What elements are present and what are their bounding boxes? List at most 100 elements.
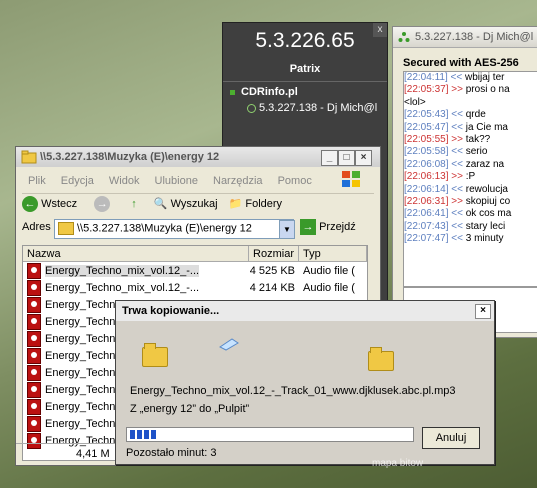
back-button[interactable]: Wstecz (41, 198, 77, 210)
chat-text: ok cos ma (465, 208, 512, 220)
folder-icon (58, 222, 74, 235)
address-label: Adres (22, 221, 51, 233)
audio-file-icon (27, 280, 41, 297)
file-type: Audio file ( (303, 282, 355, 294)
chat-direction: << (451, 158, 463, 170)
progress-block (144, 430, 149, 439)
up-folder-icon[interactable]: ↑ (131, 198, 137, 210)
peer-item[interactable]: 5.3.227.138 - Dj Mich@l (259, 102, 397, 114)
chat-text: zaraz na (465, 158, 505, 170)
audio-file-icon (27, 382, 41, 399)
explorer-titlebar[interactable]: \\5.3.227.138\Muzyka (E)\energy 12 _ □ × (16, 147, 380, 167)
chat-direction: << (451, 233, 463, 245)
go-arrow-icon: → (300, 219, 316, 235)
hamachi-icon (398, 32, 410, 42)
menu-view[interactable]: Widok (109, 175, 140, 187)
go-button[interactable]: → Przejdź (300, 219, 370, 237)
column-header-type[interactable]: Typ (299, 246, 367, 262)
chat-message: [22:07:47] << 3 minuty (404, 233, 537, 245)
peer-online-icon (247, 104, 256, 113)
divider (22, 193, 374, 194)
audio-file-icon (27, 365, 41, 382)
address-dropdown-button[interactable]: ▼ (279, 220, 295, 239)
audio-file-icon (27, 348, 41, 365)
status-size: 4,41 M (76, 448, 110, 460)
copy-route: Z „energy 12” do „Pulpit” (130, 403, 250, 415)
source-folder-icon (142, 343, 168, 367)
search-button[interactable]: Wyszukaj (171, 198, 218, 210)
chat-timestamp: [22:06:08] (404, 158, 449, 170)
audio-file-icon (27, 263, 41, 280)
chat-direction: >> (451, 195, 463, 207)
file-row[interactable]: Energy_Techno_mix_vol.12_-... 4 214 KB Aud… (23, 280, 367, 297)
chat-message: [22:05:43] << qrde (404, 109, 537, 121)
chat-log[interactable]: [22:04:11] << wbijaj ter [22:05:37] >> pr… (403, 71, 537, 287)
back-arrow-icon[interactable]: ← (22, 196, 38, 212)
explorer-title: \\5.3.227.138\Muzyka (E)\energy 12 (40, 151, 220, 163)
menu-file[interactable]: Plik (28, 175, 46, 187)
file-name: Energy_Techno_mix_vol.12_-... (45, 282, 200, 294)
folders-button[interactable]: Foldery (245, 198, 282, 210)
chat-direction: << (451, 208, 463, 220)
chat-message: [22:06:08] << zaraz na (404, 159, 537, 171)
menu-tools[interactable]: Narzędzia (213, 175, 263, 187)
minimize-button[interactable]: _ (321, 150, 338, 166)
chat-timestamp: [22:05:55] (404, 133, 449, 145)
chat-text: tak?? (465, 133, 491, 145)
desktop-icon-label[interactable]: mapa bitow (372, 458, 423, 469)
chat-timestamp: [22:05:58] (404, 146, 449, 158)
chat-direction: >> (451, 171, 463, 183)
file-size: 4 214 KB (249, 282, 295, 294)
menu-bar: Plik Edycja Widok Ulubione Narzędzia Pom… (28, 175, 324, 187)
chat-timestamp: [22:06:31] (404, 195, 449, 207)
copy-progress-bar (126, 427, 414, 442)
chat-timestamp: [22:06:41] (404, 208, 449, 220)
chat-message: [22:06:41] << ok cos ma (404, 208, 537, 220)
maximize-button[interactable]: □ (338, 150, 355, 166)
chat-timestamp: [22:06:13] (404, 171, 449, 183)
menu-help[interactable]: Pomoc (278, 175, 312, 187)
progress-block (130, 430, 135, 439)
chat-direction: << (451, 220, 463, 232)
chat-message: [22:05:58] << serio (404, 146, 537, 158)
chat-message: [22:06:13] >> :P (404, 171, 537, 183)
chat-timestamp: [22:07:43] (404, 220, 449, 232)
menu-favorites[interactable]: Ulubione (155, 175, 198, 187)
close-button[interactable]: × (355, 150, 372, 166)
forward-arrow-icon[interactable]: → (94, 196, 111, 212)
folders-icon: 📁 (228, 197, 243, 210)
chat-direction: << (451, 121, 463, 133)
chat-message: [22:04:11] << wbijaj ter (404, 72, 537, 84)
network-name[interactable]: CDRinfo.pl (241, 86, 298, 98)
chat-direction: << (450, 72, 463, 83)
chat-titlebar[interactable]: 5.3.227.138 - Dj Mich@l (393, 27, 537, 48)
chat-direction: >> (451, 133, 463, 145)
chat-text: stary leci (465, 220, 506, 232)
chat-direction: << (451, 146, 463, 158)
chat-timestamp: [22:07:47] (404, 233, 449, 245)
dialog-titlebar[interactable]: Trwa kopiowanie... × (116, 301, 494, 321)
copy-file-name: Energy_Techno_mix_vol.12_-_Track_01_www.… (130, 385, 456, 397)
audio-file-icon (27, 331, 41, 348)
chat-text: <lol> (404, 96, 426, 108)
chat-text: 3 minuty (465, 233, 504, 245)
column-header-name[interactable]: Nazwa (23, 246, 249, 262)
audio-file-icon (27, 399, 41, 416)
chat-direction: << (451, 109, 463, 121)
close-button[interactable]: × (475, 304, 491, 319)
flying-document-icon (219, 338, 239, 351)
chat-timestamp: [22:06:14] (404, 183, 449, 195)
chat-title: 5.3.227.138 - Dj Mich@l (415, 31, 534, 43)
chat-message: [22:05:37] >> prosi o na (404, 84, 537, 96)
menu-edit[interactable]: Edycja (61, 175, 94, 187)
chat-message: <lol> (404, 97, 537, 109)
cancel-button[interactable]: Anuluj (422, 427, 480, 449)
chat-timestamp: [22:05:37] (404, 84, 449, 96)
file-row[interactable]: Energy_Techno_mix_vol.12_-... 4 525 KB Aud… (23, 263, 367, 280)
chat-window: 5.3.227.138 - Dj Mich@l Secured with AES… (392, 26, 537, 338)
progress-block (151, 430, 156, 439)
chat-text: :P (465, 171, 476, 183)
address-input[interactable]: \\5.3.227.138\Muzyka (E)\energy 12 (54, 219, 294, 239)
divider (223, 81, 387, 82)
column-header-size[interactable]: Rozmiar (249, 246, 299, 262)
